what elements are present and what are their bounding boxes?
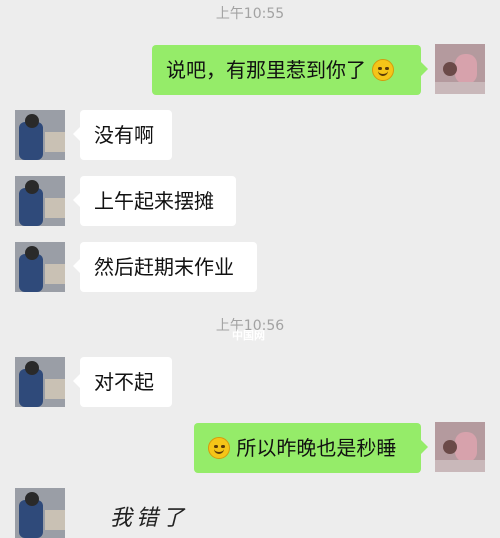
sticker-message[interactable]: 我错了 [110, 500, 188, 532]
smile-emoji-icon [372, 58, 395, 81]
message-bubble-incoming[interactable]: 对不起 [73, 357, 172, 407]
message-text: 上午起来摆摊 [94, 189, 214, 213]
message-bubble-incoming[interactable]: 然后赶期末作业 [73, 242, 257, 292]
message-text: 对不起 [94, 370, 154, 394]
message-text: 说吧，有那里惹到你了 [166, 58, 366, 82]
message-bubble-outgoing[interactable]: 所以昨晚也是秒睡 [194, 423, 428, 473]
avatar-self[interactable] [435, 44, 485, 94]
avatar-contact[interactable] [15, 357, 65, 407]
avatar-self[interactable] [435, 422, 485, 472]
timestamp: 上午10:55 [215, 6, 285, 22]
message-text: 然后赶期末作业 [94, 255, 234, 279]
avatar-contact[interactable] [15, 176, 65, 226]
avatar-contact[interactable] [15, 110, 65, 160]
message-bubble-outgoing[interactable]: 说吧，有那里惹到你了 [152, 45, 428, 95]
message-text: 所以昨晚也是秒睡 [236, 436, 397, 460]
message-bubble-incoming[interactable]: 没有啊 [73, 110, 172, 160]
message-bubble-incoming[interactable]: 上午起来摆摊 [73, 176, 236, 226]
smile-emoji-icon [208, 436, 230, 459]
watermark: 中国网 [232, 329, 265, 342]
avatar-contact[interactable] [15, 488, 65, 538]
avatar-contact[interactable] [15, 242, 65, 292]
message-text: 没有啊 [94, 123, 154, 147]
